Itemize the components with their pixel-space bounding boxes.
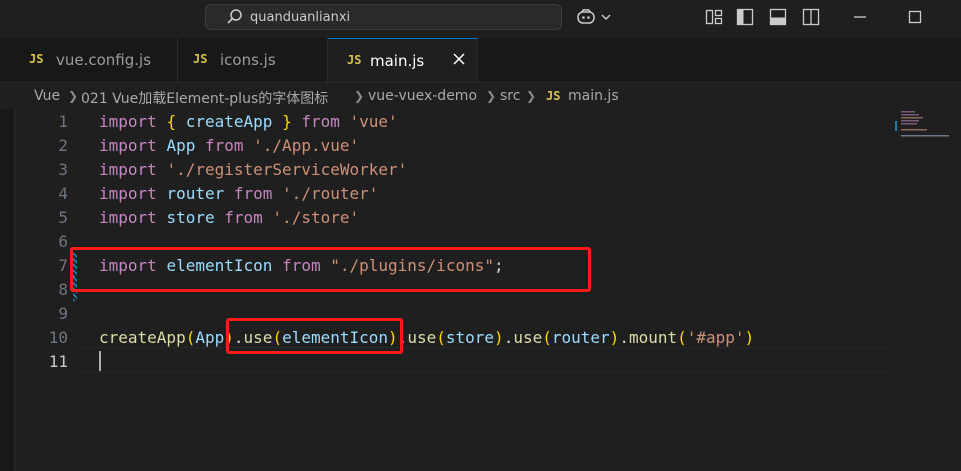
code-text: import router from './router' xyxy=(99,184,379,203)
chevron-right-icon: ❯ xyxy=(526,89,537,103)
chevron-right-icon: ❯ xyxy=(354,89,365,103)
text-cursor xyxy=(99,351,101,371)
code-text: import { createApp } from 'vue' xyxy=(99,112,398,131)
close-icon[interactable] xyxy=(451,51,467,67)
search-icon xyxy=(227,9,242,24)
code-line: 10 createApp(App).use(elementIcon).use(st… xyxy=(0,325,890,349)
javascript-file-icon: JS xyxy=(193,52,208,66)
line-number: 8 xyxy=(58,280,68,299)
line-number: 11 xyxy=(48,352,68,371)
line-number: 10 xyxy=(48,328,68,347)
line-number: 3 xyxy=(58,160,68,179)
code-line: 5 import store from './store' xyxy=(0,205,890,229)
command-center-search[interactable]: quanduanlianxi xyxy=(205,4,562,30)
breadcrumb-item[interactable]: main.js xyxy=(568,88,619,104)
javascript-file-icon: JS xyxy=(29,52,44,66)
tab-vue-config[interactable]: JS vue.config.js xyxy=(14,38,178,82)
line-number: 9 xyxy=(58,304,68,323)
maximize-icon[interactable] xyxy=(906,8,924,26)
javascript-file-icon: JS xyxy=(546,89,561,103)
code-line: 9 xyxy=(0,301,890,325)
tab-label: icons.js xyxy=(220,51,276,69)
javascript-file-icon: JS xyxy=(347,53,362,67)
breadcrumb-item[interactable]: 021 Vue加载Element-plus的字体图标 xyxy=(81,88,328,108)
copilot-menu-button[interactable] xyxy=(576,6,612,28)
breadcrumb-item[interactable]: src xyxy=(500,88,520,104)
toggle-primary-sidebar-icon[interactable] xyxy=(736,8,754,26)
toggle-secondary-sidebar-icon[interactable] xyxy=(802,8,820,26)
annotation-highlight-import xyxy=(70,247,591,292)
toggle-panel-icon[interactable] xyxy=(769,8,787,26)
breadcrumb-item[interactable]: vue-vuex-demo xyxy=(368,88,477,104)
code-line: 4 import router from './router' xyxy=(0,181,890,205)
code-line: 1 import { createApp } from 'vue' xyxy=(0,109,890,133)
line-number: 6 xyxy=(58,232,68,251)
code-text: createApp(App).use(elementIcon).use(stor… xyxy=(99,328,755,347)
line-number: 4 xyxy=(58,184,68,203)
editor-tab-bar: JS vue.config.js JS icons.js JS main.js xyxy=(0,38,961,106)
code-text: import store from './store' xyxy=(99,208,360,227)
tab-label: main.js xyxy=(370,52,425,70)
code-text: import './registerServiceWorker' xyxy=(99,160,408,179)
tab-main[interactable]: JS main.js xyxy=(328,38,478,82)
code-text: import App from './App.vue' xyxy=(99,136,360,155)
line-number: 1 xyxy=(58,112,68,131)
copilot-icon xyxy=(577,9,595,24)
line-number: 7 xyxy=(58,256,68,275)
chevron-right-icon: ❯ xyxy=(68,89,79,103)
minimize-icon[interactable] xyxy=(851,8,869,26)
tab-label: vue.config.js xyxy=(56,51,152,69)
chevron-down-icon xyxy=(601,14,611,20)
code-line: 11 xyxy=(0,349,890,373)
search-text: quanduanlianxi xyxy=(250,10,351,25)
annotation-highlight-use xyxy=(226,318,403,354)
breadcrumb: Vue ❯ 021 Vue加载Element-plus的字体图标 ❯ vue-v… xyxy=(0,83,961,109)
title-bar: quanduanlianxi xyxy=(0,0,961,35)
tab-icons[interactable]: JS icons.js xyxy=(178,38,328,82)
chevron-right-icon: ❯ xyxy=(486,89,497,103)
minimap[interactable] xyxy=(895,109,955,149)
breadcrumb-item[interactable]: Vue xyxy=(34,88,60,104)
line-number: 5 xyxy=(58,208,68,227)
code-line: 3 import './registerServiceWorker' xyxy=(0,157,890,181)
line-number: 2 xyxy=(58,136,68,155)
layout-customize-icon[interactable] xyxy=(705,8,723,26)
code-line: 2 import App from './App.vue' xyxy=(0,133,890,157)
